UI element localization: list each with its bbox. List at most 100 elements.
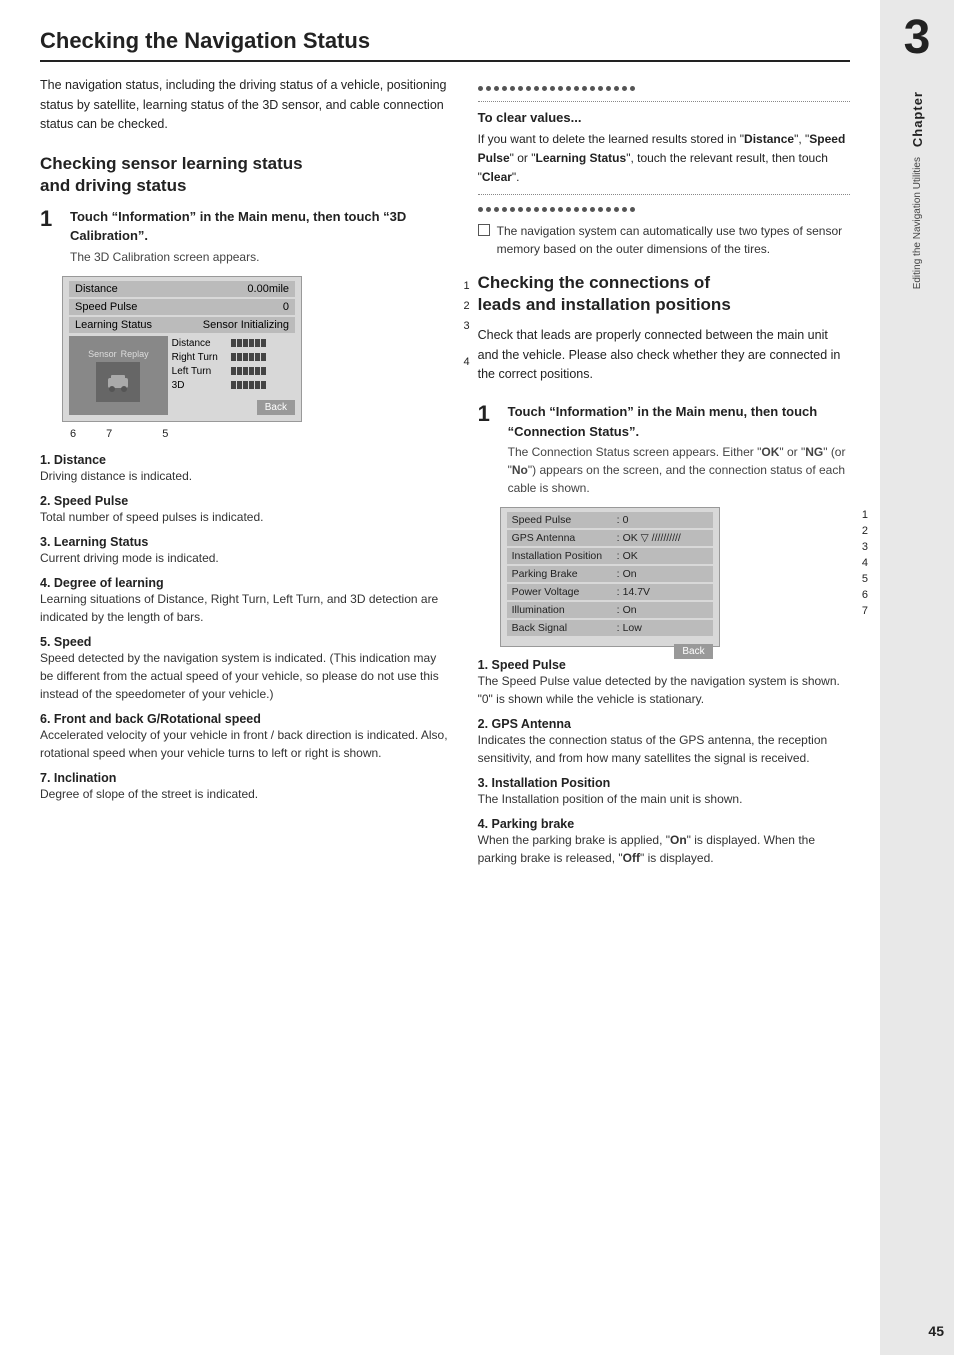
step-1-content: Touch “Information” in the Main menu, th…: [70, 207, 450, 266]
conn-num-4: 4: [862, 557, 868, 569]
clear-values-box: To clear values... If you want to delete…: [478, 101, 850, 195]
intro-text: The navigation status, including the dri…: [40, 76, 450, 134]
chapter-label: Chapter: [910, 91, 925, 147]
conn-back-button[interactable]: Back: [674, 644, 712, 659]
conn-value-back: Low: [623, 622, 708, 634]
conn-row-back: Back Signal : Low: [507, 620, 713, 636]
bar-row-left-turn: Left Turn: [172, 366, 295, 377]
conn-screen-wrapper: Speed Pulse : 0 GPS Antenna : OK ▽ /////…: [500, 507, 850, 647]
bar-charts: Distance Right Turn: [172, 336, 295, 415]
calibration-back-button[interactable]: Back: [257, 400, 295, 415]
conn-num-3: 3: [862, 541, 868, 553]
conn-num-7: 7: [862, 605, 868, 617]
num-item-4: 4. Degree of learning Learning situation…: [40, 575, 450, 626]
bar-visual-right-turn: [231, 353, 266, 361]
section2-intro: Check that leads are properly connected …: [478, 326, 850, 384]
conn-label-illum: Illumination: [512, 604, 614, 616]
conn-row-speed-pulse: Speed Pulse : 0: [507, 512, 713, 528]
conn-label-gps: GPS Antenna: [512, 532, 614, 544]
clear-values-text: If you want to delete the learned result…: [478, 130, 850, 186]
conn-num-6: 6: [862, 589, 868, 601]
num-item-1-title: 1. Distance: [40, 453, 106, 467]
num-item-2-title: 2. Speed Pulse: [40, 494, 128, 508]
bar-row-right-turn: Right Turn: [172, 352, 295, 363]
bar-visual-distance: [231, 339, 266, 347]
num-item-7: 7. Inclination Degree of slope of the st…: [40, 770, 450, 803]
step-1: 1 Touch “Information” in the Main menu, …: [40, 207, 450, 266]
conn-row-gps: GPS Antenna : OK ▽ //////////: [507, 530, 713, 546]
step-2-number: 1: [478, 402, 500, 497]
bar-visual-3d: [231, 381, 266, 389]
dots-separator-bottom: [478, 207, 850, 212]
num-item-5-desc: Speed detected by the navigation system …: [40, 651, 439, 701]
conn-row-illum: Illumination : On: [507, 602, 713, 618]
num-item-5-title: 5. Speed: [40, 635, 91, 649]
conn-item-3-title: 3. Installation Position: [478, 776, 611, 790]
screen-label-distance: Distance: [75, 283, 182, 295]
num-item-3-title: 3. Learning Status: [40, 535, 148, 549]
conn-item-3-desc: The Installation position of the main un…: [478, 792, 743, 806]
conn-value-speed-pulse: 0: [623, 514, 708, 526]
chapter-number: 3: [904, 10, 931, 65]
diagram-label-5: 5: [162, 428, 168, 440]
screen-row-learning: Learning Status Sensor Initializing: [69, 317, 295, 333]
conn-value-install: OK: [623, 550, 708, 562]
conn-row-parking: Parking Brake : On: [507, 566, 713, 582]
step-1-title: Touch “Information” in the Main menu, th…: [70, 207, 450, 246]
num-item-1-desc: Driving distance is indicated.: [40, 469, 192, 483]
num-item-2-desc: Total number of speed pulses is indicate…: [40, 510, 263, 524]
note-text: The navigation system can automatically …: [497, 222, 850, 258]
step-1-subtitle: The 3D Calibration screen appears.: [70, 248, 450, 266]
conn-value-parking: On: [623, 568, 708, 580]
right-sidebar: 3 Chapter Editing the Navigation Utiliti…: [880, 0, 954, 1355]
conn-label-voltage: Power Voltage: [512, 586, 614, 598]
conn-item-2: 2. GPS Antenna Indicates the connection …: [478, 716, 850, 767]
conn-item-2-desc: Indicates the connection status of the G…: [478, 733, 828, 765]
num-item-2: 2. Speed Pulse Total number of speed pul…: [40, 493, 450, 526]
num-item-7-title: 7. Inclination: [40, 771, 116, 785]
screen-label-num-1: 1: [464, 280, 470, 292]
screen-label-learning: Learning Status: [75, 319, 182, 331]
conn-screen: Speed Pulse : 0 GPS Antenna : OK ▽ /////…: [500, 507, 720, 647]
conn-label-install: Installation Position: [512, 550, 614, 562]
num-item-4-desc: Learning situations of Distance, Right T…: [40, 592, 438, 624]
num-items-list: 1. Distance Driving distance is indicate…: [40, 452, 450, 803]
conn-label-back: Back Signal: [512, 622, 614, 634]
clear-values-title: To clear values...: [478, 110, 850, 125]
conn-row-voltage: Power Voltage : 14.7V: [507, 584, 713, 600]
diagram-label-7: 7: [106, 428, 112, 440]
conn-num-2: 2: [862, 525, 868, 537]
conn-row-install: Installation Position : OK: [507, 548, 713, 564]
num-item-6-title: 6. Front and back G/Rotational speed: [40, 712, 261, 726]
note-block: The navigation system can automatically …: [478, 222, 850, 258]
bar-visual-left-turn: [231, 367, 266, 375]
screen-value-learning: Sensor Initializing: [182, 319, 289, 331]
conn-label-parking: Parking Brake: [512, 568, 614, 580]
left-column: The navigation status, including the dri…: [40, 76, 450, 875]
note-checkbox-icon: [478, 224, 490, 236]
screen-value-speed-pulse: 0: [182, 301, 289, 313]
step-2: 1 Touch “Information” in the Main menu, …: [478, 402, 850, 497]
num-item-3-desc: Current driving mode is indicated.: [40, 551, 219, 565]
num-item-6-desc: Accelerated velocity of your vehicle in …: [40, 728, 448, 760]
calibration-screen-wrapper: Distance 0.00mile Speed Pulse 0 Learning…: [62, 276, 450, 422]
step-2-content: Touch “Information” in the Main menu, th…: [508, 402, 850, 497]
section2-title: Checking the connections ofleads and ins…: [478, 272, 850, 316]
conn-item-4: 4. Parking brake When the parking brake …: [478, 816, 850, 867]
step-2-subtitle: The Connection Status screen appears. Ei…: [508, 443, 850, 497]
replay-label: Replay: [121, 349, 149, 359]
bar-label-left-turn: Left Turn: [172, 366, 227, 377]
screen-row-speed-pulse: Speed Pulse 0: [69, 299, 295, 315]
screen-row-distance: Distance 0.00mile: [69, 281, 295, 297]
dots-separator-top: [478, 86, 850, 91]
num-item-1: 1. Distance Driving distance is indicate…: [40, 452, 450, 485]
conn-num-items-list: 1. Speed Pulse The Speed Pulse value det…: [478, 657, 850, 867]
conn-item-1-desc: The Speed Pulse value detected by the na…: [478, 674, 840, 706]
diagram-label-6: 6: [70, 428, 76, 440]
bar-label-distance: Distance: [172, 338, 227, 349]
conn-item-1-title: 1. Speed Pulse: [478, 658, 566, 672]
bar-row-3d: 3D: [172, 380, 295, 391]
bar-label-right-turn: Right Turn: [172, 352, 227, 363]
num-item-5: 5. Speed Speed detected by the navigatio…: [40, 634, 450, 703]
num-item-7-desc: Degree of slope of the street is indicat…: [40, 787, 258, 801]
